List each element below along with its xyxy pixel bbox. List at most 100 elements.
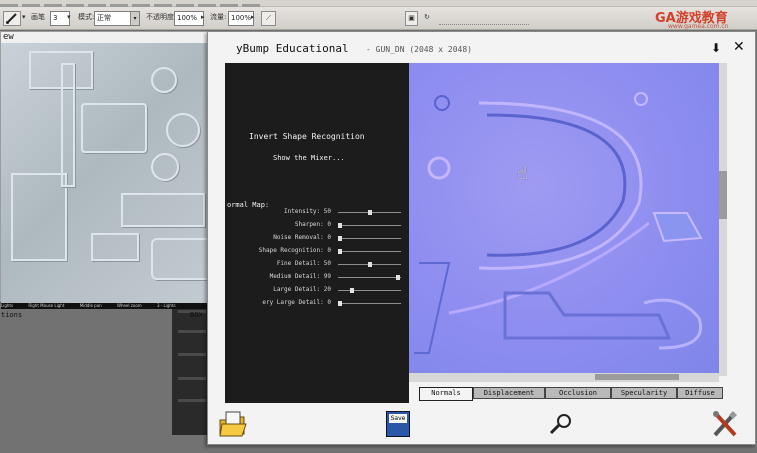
slider-row: ery Large Detail: 0	[225, 299, 409, 309]
opacity-label: 不透明度:	[146, 13, 177, 21]
airbrush-icon[interactable]: ⟋	[261, 11, 276, 26]
tools-icon[interactable]	[711, 409, 739, 441]
menu-bar	[0, 0, 757, 7]
close-icon[interactable]: ✕	[733, 39, 745, 55]
tab-normals[interactable]: Normals	[419, 387, 473, 401]
slider-track[interactable]	[338, 262, 401, 267]
slider-row: Fine Detail: 50	[225, 260, 409, 270]
slider-row: Sharpen: 0	[225, 221, 409, 231]
embossed-shape	[121, 193, 205, 227]
preview-window[interactable]: ew ✕ Lights Right Mouse Light Middle pan…	[0, 31, 237, 319]
flow-label: 流量:	[210, 13, 227, 21]
slider-track[interactable]	[338, 249, 401, 254]
save-label: Save	[389, 414, 407, 423]
slider-thumb[interactable]	[338, 249, 342, 254]
preview-3d-viewport[interactable]	[1, 43, 224, 303]
status-item: Right Mouse Light	[28, 303, 65, 308]
slider-label: Shape Recognition: 0	[258, 247, 331, 254]
slider-row: Intensity: 50	[225, 208, 409, 218]
normal-map-view[interactable]: ☝	[409, 63, 719, 373]
horizontal-scrollbar[interactable]	[409, 373, 719, 382]
mode-value: 正常	[97, 14, 111, 22]
embossed-shape	[151, 238, 213, 280]
slider-row: Large Detail: 20	[225, 286, 409, 296]
slider-label: Noise Removal: 0	[273, 234, 331, 241]
slider-thumb[interactable]	[338, 223, 342, 228]
box-shape-button[interactable]: BOX	[190, 311, 203, 319]
slider-track[interactable]	[338, 223, 401, 228]
hand-cursor-icon: ☝	[517, 163, 528, 184]
options-button[interactable]: tions	[1, 311, 22, 319]
slider-label: ery Large Detail: 0	[262, 299, 331, 306]
tab-displacement[interactable]: Displacement	[473, 387, 545, 399]
chevron-down-icon[interactable]: ▾	[22, 11, 28, 24]
slider-row: Noise Removal: 0	[225, 234, 409, 244]
status-item: Lights	[1, 303, 14, 308]
flow-value: 100%	[231, 14, 252, 22]
chevron-down-icon[interactable]: ▾	[67, 11, 73, 24]
embossed-shape	[91, 233, 139, 261]
palette-icon[interactable]: ▣	[405, 11, 418, 26]
status-item: Wheel zoom	[116, 303, 142, 308]
slider-thumb[interactable]	[396, 275, 400, 280]
show-mixer-button[interactable]: Show the Mixer...	[273, 154, 345, 162]
mode-select[interactable]: 正常 ▾	[94, 11, 140, 26]
embossed-shape	[151, 153, 179, 181]
chevron-right-icon[interactable]: ▸	[201, 11, 207, 24]
scrollbar-thumb[interactable]	[719, 171, 727, 219]
refresh-icon[interactable]: ↻	[424, 11, 434, 24]
slider-thumb[interactable]	[338, 236, 342, 241]
brush-label: 画笔	[31, 13, 45, 21]
bottom-toolbar: Save	[208, 404, 755, 444]
chevron-down-icon[interactable]: ▾	[130, 12, 139, 25]
invert-shape-recognition-button[interactable]: Invert Shape Recognition	[249, 132, 365, 141]
slider-track[interactable]	[338, 236, 401, 241]
slider-track[interactable]	[338, 210, 401, 215]
slider-label: Sharpen: 0	[294, 221, 331, 228]
workspace-field[interactable]	[439, 11, 529, 25]
slider-label: Intensity: 50	[284, 208, 331, 215]
opacity-field[interactable]: 100%	[174, 11, 204, 26]
slider-row: Shape Recognition: 0	[225, 247, 409, 257]
pin-icon[interactable]: ⬇	[711, 41, 721, 55]
brush-size-value: 3	[53, 14, 58, 22]
slider-label: Fine Detail: 50	[276, 260, 331, 267]
ga-logo-url: www.gamea.com.cn	[668, 23, 729, 30]
embossed-shape	[81, 103, 147, 153]
crazybump-window: yBump Educational - GUN_DN (2048 x 2048)…	[207, 31, 756, 445]
file-name: - GUN_DN (2048 x 2048)	[366, 45, 472, 54]
embossed-shape	[166, 113, 200, 147]
slider-thumb[interactable]	[338, 301, 342, 306]
preview-footer: tions BOX	[1, 311, 236, 323]
tab-occlusion[interactable]: Occlusion	[545, 387, 611, 399]
open-folder-icon[interactable]	[218, 410, 248, 440]
magnifier-icon[interactable]	[548, 412, 574, 438]
slider-label: Large Detail: 20	[273, 286, 331, 293]
embossed-shape	[151, 67, 177, 93]
chevron-right-icon[interactable]: ▸	[251, 11, 257, 24]
slider-label: Medium Detail: 99	[269, 273, 331, 280]
opacity-value: 100%	[177, 14, 198, 22]
mode-label: 模式:	[78, 13, 95, 21]
slider-thumb[interactable]	[350, 288, 354, 293]
slider-thumb[interactable]	[368, 262, 372, 267]
save-button[interactable]: Save	[386, 411, 410, 437]
scrollbar-thumb[interactable]	[595, 374, 679, 380]
slider-track[interactable]	[338, 301, 401, 306]
status-item: 3 - Lights	[156, 303, 176, 308]
tab-specularity[interactable]: Specularity	[611, 387, 677, 399]
preview-title: ew	[3, 32, 14, 42]
tab-diffuse[interactable]: Diffuse	[677, 387, 723, 399]
embossed-shape	[11, 173, 67, 261]
slider-track[interactable]	[338, 275, 401, 280]
brush-tool-icon[interactable]	[3, 11, 21, 26]
vertical-scrollbar[interactable]	[719, 63, 727, 376]
preview-status-bar: Lights Right Mouse Light Middle pan Whee…	[1, 303, 224, 309]
slider-thumb[interactable]	[368, 210, 372, 215]
options-bar: ▾ 画笔 3 ▾ 模式: 正常 ▾ 不透明度: 100% ▸ 流量: 100% …	[0, 7, 757, 30]
window-title: yBump Educational	[236, 42, 349, 55]
settings-panel: Invert Shape Recognition Show the Mixer.…	[225, 63, 409, 403]
slider-track[interactable]	[338, 288, 401, 293]
status-item: Middle pan	[79, 303, 102, 308]
normal-map-art	[414, 92, 703, 354]
